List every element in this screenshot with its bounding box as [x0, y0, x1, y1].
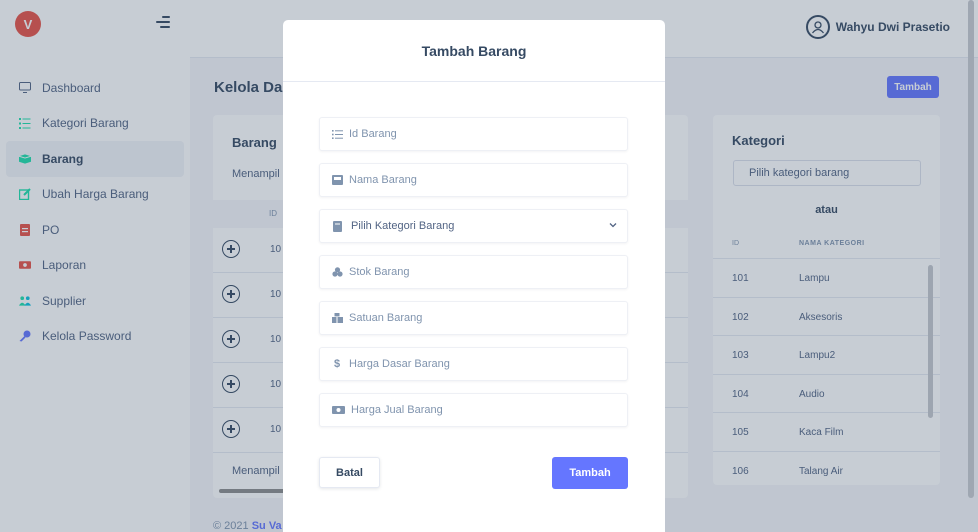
id-barang-field[interactable]	[319, 117, 628, 151]
harga-jual-input[interactable]	[351, 404, 611, 416]
inbox-icon	[331, 174, 343, 186]
book-icon	[331, 220, 343, 232]
nama-barang-field[interactable]	[319, 163, 628, 197]
kategori-barang-select[interactable]: Pilih Kategori Barang	[319, 209, 628, 243]
chevron-down-icon	[609, 220, 617, 231]
modal-title: Tambah Barang	[283, 20, 665, 82]
satuan-barang-input[interactable]	[349, 312, 609, 324]
harga-jual-field[interactable]	[319, 393, 628, 427]
dollar-icon: $	[333, 358, 341, 370]
stok-barang-field[interactable]	[319, 255, 628, 289]
id-barang-input[interactable]	[349, 128, 609, 140]
cancel-button[interactable]: Batal	[319, 457, 380, 488]
tambah-barang-modal: Tambah Barang Pilih Kategori Barang	[283, 20, 665, 532]
submit-tambah-button[interactable]: Tambah	[552, 457, 628, 489]
harga-dasar-input[interactable]	[349, 358, 609, 370]
kategori-select-value: Pilih Kategori Barang	[351, 220, 455, 232]
satuan-barang-field[interactable]	[319, 301, 628, 335]
package-icon	[331, 312, 343, 324]
money-icon	[331, 404, 345, 416]
list-icon	[331, 128, 343, 140]
boxes-icon	[331, 266, 343, 278]
nama-barang-input[interactable]	[349, 174, 609, 186]
harga-dasar-field[interactable]: $	[319, 347, 628, 381]
stok-barang-input[interactable]	[349, 266, 609, 278]
